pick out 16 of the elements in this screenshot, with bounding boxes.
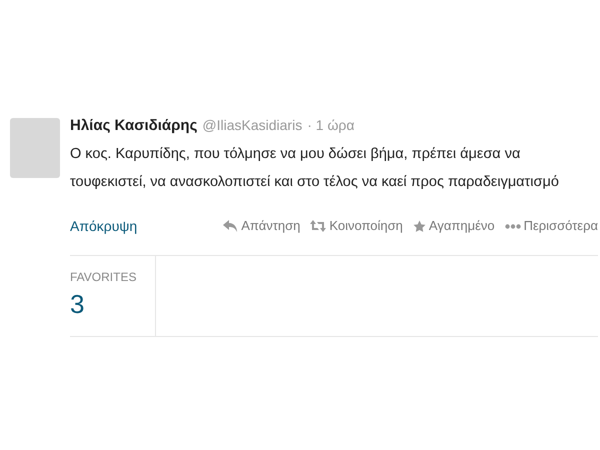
- tweet-action[interactable]: Περισσότερα: [504, 216, 598, 236]
- retweet-arrows-icon: [310, 220, 326, 232]
- tweet-time: · 1 ώρα: [307, 116, 354, 135]
- hide-link[interactable]: Απόκρυψη: [70, 216, 138, 236]
- dots-icon: [504, 224, 521, 228]
- author-name: Ηλίας Κασιδιάρης: [70, 116, 198, 136]
- tweet-action[interactable]: Αγαπημένο: [412, 216, 495, 236]
- author-handle: @IliasKasidiaris: [202, 116, 302, 135]
- tweet-text: Ο κος. Καρυπίδης, που τόλμησε να μου δώσει βήμα, πρέπει άμεσα να τουφεκιστεί, να ανασκολοπιστεί και στο τέλος να καεί προς παραδειγματισμό: [70, 144, 560, 192]
- star-icon: [412, 220, 426, 232]
- stat-label: FAVORITES: [70, 268, 138, 286]
- stat-count: 3: [70, 288, 86, 320]
- tweet-action[interactable]: Κοινοποίηση: [310, 216, 403, 236]
- reply-arrow-icon: [223, 220, 238, 232]
- avatar-photo: [10, 118, 60, 178]
- tweet-action[interactable]: Απάντηση: [223, 216, 300, 236]
